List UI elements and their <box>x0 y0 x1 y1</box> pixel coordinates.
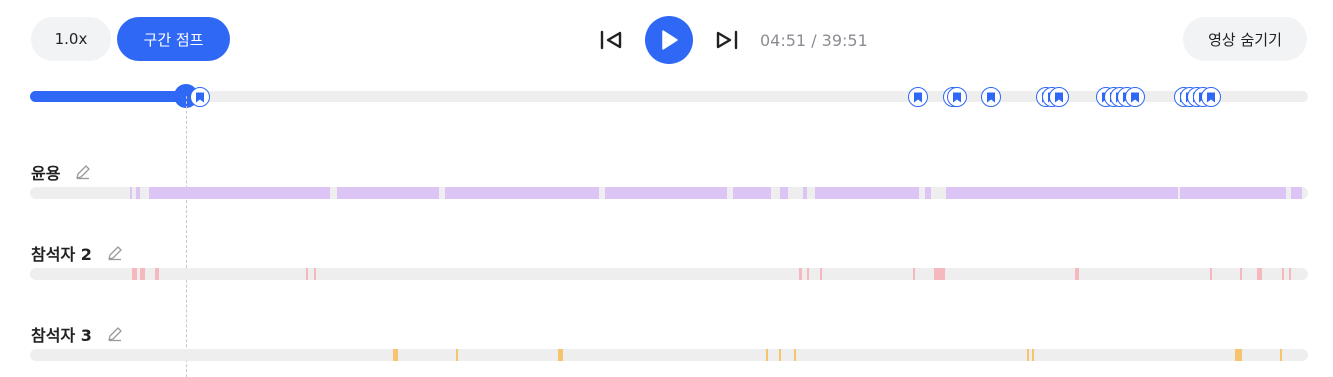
speech-segment[interactable] <box>1240 268 1243 280</box>
bookmark-icon <box>952 92 962 103</box>
speech-segment[interactable] <box>1075 268 1080 280</box>
bookmark-icon <box>913 92 923 103</box>
pencil-icon[interactable] <box>106 244 124 262</box>
bookmark-icon <box>986 92 996 103</box>
bookmark-marker[interactable] <box>189 87 210 107</box>
pencil-icon[interactable] <box>74 163 92 181</box>
speech-segment[interactable] <box>924 187 931 199</box>
bookmark-icon <box>195 92 205 103</box>
bookmark-marker[interactable] <box>946 87 967 107</box>
speech-segment[interactable] <box>803 187 808 199</box>
bookmark-icon <box>1130 92 1140 103</box>
bookmark-marker[interactable] <box>981 87 1002 107</box>
speech-segment[interactable] <box>306 268 309 280</box>
play-button[interactable] <box>645 16 693 64</box>
speech-segment[interactable] <box>445 187 599 199</box>
speech-segment[interactable] <box>336 187 439 199</box>
speech-segment[interactable] <box>1235 349 1242 361</box>
time-separator: / <box>806 31 822 50</box>
speech-segment[interactable] <box>129 187 133 199</box>
total-time: 39:51 <box>821 31 868 50</box>
fast-forward-icon[interactable] <box>710 26 742 54</box>
progress-fill <box>30 91 186 102</box>
track-label-3: 참석자 3 <box>31 322 124 346</box>
speech-segment[interactable] <box>946 187 1178 199</box>
speech-segment[interactable] <box>605 187 727 199</box>
speech-segment[interactable] <box>132 268 138 280</box>
speech-segment[interactable] <box>794 349 797 361</box>
track-label-2: 참석자 2 <box>31 241 124 265</box>
speech-segment[interactable] <box>1026 349 1030 361</box>
speech-segment[interactable] <box>766 349 769 361</box>
speech-segment[interactable] <box>780 187 788 199</box>
current-time: 04:51 <box>760 31 807 50</box>
speaker-timeline[interactable] <box>30 187 1308 199</box>
speech-segment[interactable] <box>392 349 399 361</box>
speech-segment[interactable] <box>819 268 822 280</box>
speech-segment[interactable] <box>1291 187 1302 199</box>
speech-segment[interactable] <box>1288 268 1291 280</box>
speech-segment[interactable] <box>1256 268 1262 280</box>
speech-segment[interactable] <box>913 268 916 280</box>
speech-segment[interactable] <box>732 187 772 199</box>
speaker-timeline[interactable] <box>30 349 1308 361</box>
speech-segment[interactable] <box>155 268 160 280</box>
speech-segment[interactable] <box>814 187 920 199</box>
bookmark-marker[interactable] <box>1200 87 1221 107</box>
bookmark-marker[interactable] <box>1048 87 1069 107</box>
bookmark-marker[interactable] <box>1125 87 1146 107</box>
track-name: 참석자 2 <box>31 245 92 264</box>
section-jump-button[interactable]: 구간 점프 <box>117 17 230 61</box>
speech-segment[interactable] <box>1279 349 1282 361</box>
speech-segment[interactable] <box>1180 187 1287 199</box>
track-name: 윤용 <box>31 164 61 183</box>
time-display: 04:51 / 39:51 <box>760 31 868 50</box>
speech-segment[interactable] <box>799 268 802 280</box>
rewind-icon[interactable] <box>596 26 628 54</box>
speech-segment[interactable] <box>778 349 781 361</box>
track-name: 참석자 3 <box>31 326 92 345</box>
bookmark-marker[interactable] <box>908 87 929 107</box>
speaker-timeline[interactable] <box>30 268 1308 280</box>
speech-segment[interactable] <box>136 187 140 199</box>
speech-segment[interactable] <box>557 349 563 361</box>
bookmark-icon <box>1054 92 1064 103</box>
speech-segment[interactable] <box>1282 268 1285 280</box>
hide-video-button[interactable]: 영상 숨기기 <box>1183 17 1307 61</box>
bookmark-icon <box>1206 92 1216 103</box>
speech-segment[interactable] <box>1031 349 1035 361</box>
pencil-icon[interactable] <box>106 325 124 343</box>
speech-segment[interactable] <box>455 349 458 361</box>
speech-segment[interactable] <box>933 268 946 280</box>
speech-segment[interactable] <box>1209 268 1212 280</box>
playback-speed-button[interactable]: 1.0x <box>31 17 111 61</box>
play-icon <box>659 29 679 51</box>
speech-segment[interactable] <box>139 268 146 280</box>
speech-segment[interactable] <box>148 187 331 199</box>
playhead-line <box>186 96 187 377</box>
speech-segment[interactable] <box>313 268 316 280</box>
speech-segment[interactable] <box>807 268 810 280</box>
track-label-1: 윤용 <box>31 160 92 184</box>
